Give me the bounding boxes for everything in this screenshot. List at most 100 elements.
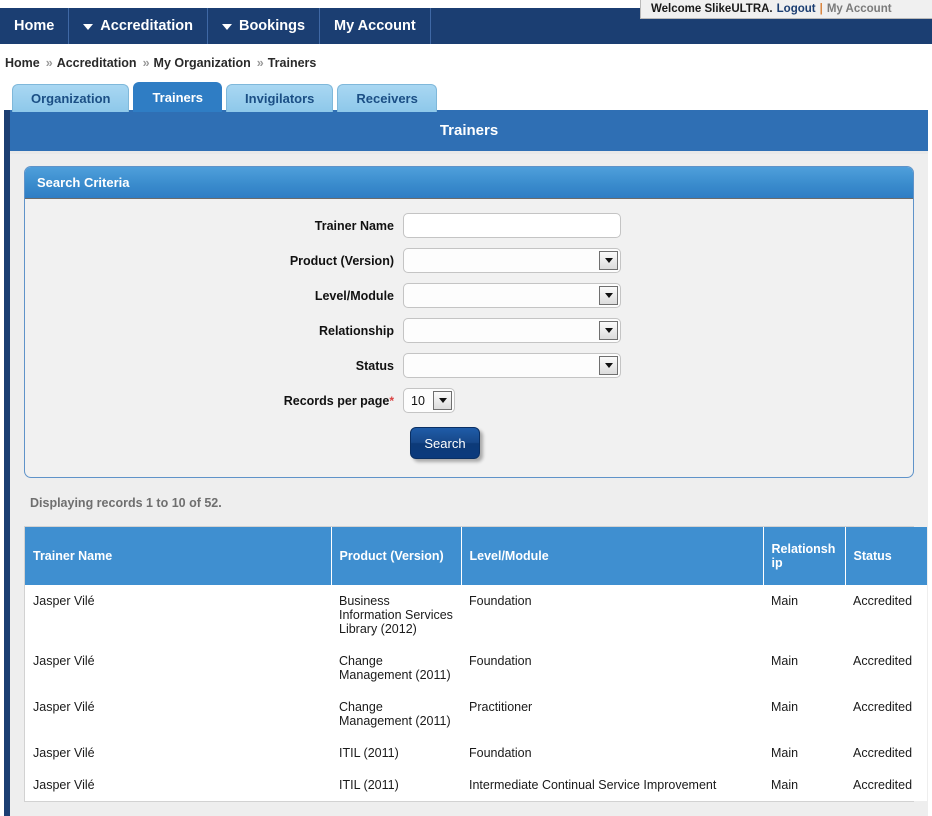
cell-trainer-name: Jasper Vilé	[25, 691, 331, 737]
table-row[interactable]: Jasper Vilé ITIL (2011) Intermediate Con…	[25, 769, 927, 801]
cell-level-module: Foundation	[461, 645, 763, 691]
breadcrumb-item-home[interactable]: Home	[5, 56, 40, 70]
cell-level-module: Foundation	[461, 737, 763, 769]
level-module-label: Level/Module	[314, 288, 394, 303]
field-row-relationship: Relationship	[25, 318, 913, 343]
tab-receivers[interactable]: Receivers	[337, 84, 437, 112]
relationship-label: Relationship	[318, 323, 394, 338]
table-row[interactable]: Jasper Vilé Change Management (2011) Fou…	[25, 645, 927, 691]
tab-strip: Organization Trainers Invigilators Recei…	[12, 82, 437, 112]
level-module-select[interactable]	[403, 283, 621, 308]
tab-organization[interactable]: Organization	[12, 84, 130, 112]
cell-relationship: Main	[763, 769, 845, 801]
cell-status: Accredited	[845, 691, 927, 737]
cell-product: Change Management (2011)	[331, 691, 461, 737]
search-criteria-header: Search Criteria	[25, 167, 913, 199]
cell-status: Accredited	[845, 737, 927, 769]
results-table-head: Trainer Name Product (Version) Level/Mod…	[25, 527, 927, 585]
chevron-down-icon	[83, 24, 94, 30]
results-table-container: Trainer Name Product (Version) Level/Mod…	[24, 526, 927, 802]
nav-item-home[interactable]: Home	[0, 8, 70, 44]
results-table: Trainer Name Product (Version) Level/Mod…	[25, 527, 927, 801]
table-row[interactable]: Jasper Vilé Business Information Service…	[25, 585, 927, 645]
tab-label: Receivers	[356, 91, 418, 106]
cell-trainer-name: Jasper Vilé	[25, 769, 331, 801]
tab-trainers[interactable]: Trainers	[133, 82, 223, 112]
table-header-row: Trainer Name Product (Version) Level/Mod…	[25, 527, 927, 585]
cell-relationship: Main	[763, 691, 845, 737]
nav-item-label: Bookings	[238, 18, 306, 34]
breadcrumb-item-accreditation[interactable]: Accreditation	[57, 56, 137, 70]
cell-product: Change Management (2011)	[331, 645, 461, 691]
nav-item-bookings[interactable]: Bookings	[208, 8, 321, 44]
breadcrumb-separator-icon: »	[142, 56, 150, 70]
search-criteria-body: Trainer Name Product (Version) Level/Mod…	[25, 199, 913, 477]
column-header-level-module[interactable]: Level/Module	[461, 527, 764, 585]
chevron-down-icon[interactable]	[599, 356, 618, 375]
records-per-page-value: 10	[411, 393, 425, 408]
field-row-trainer-name: Trainer Name	[25, 213, 913, 238]
cell-product: ITIL (2011)	[331, 769, 461, 801]
cell-trainer-name: Jasper Vilé	[25, 737, 331, 769]
field-row-records-per-page: Records per page* 10	[25, 388, 913, 413]
chevron-down-icon[interactable]	[599, 251, 618, 270]
chevron-down-icon	[221, 24, 232, 30]
results-table-body: Jasper Vilé Business Information Service…	[25, 585, 927, 801]
tab-label: Organization	[31, 91, 111, 106]
search-button[interactable]: Search	[410, 427, 480, 459]
welcome-bar: Welcome SlikeULTRA. Logout | My Account	[640, 0, 932, 19]
column-header-trainer-name[interactable]: Trainer Name	[25, 527, 332, 585]
chevron-down-icon[interactable]	[599, 321, 618, 340]
cell-relationship: Main	[763, 585, 845, 645]
trainer-name-label: Trainer Name	[314, 218, 394, 233]
cell-level-module: Foundation	[461, 585, 763, 645]
nav-item-label: Accreditation	[100, 18, 193, 34]
nav-item-accreditation[interactable]: Accreditation	[69, 8, 208, 44]
cell-status: Accredited	[845, 769, 927, 801]
breadcrumb-separator-icon: »	[45, 56, 53, 70]
tab-invigilators[interactable]: Invigilators	[226, 84, 334, 112]
table-row[interactable]: Jasper Vilé ITIL (2011) Foundation Main …	[25, 737, 927, 769]
records-per-page-label: Records per page*	[25, 394, 403, 408]
relationship-select[interactable]	[403, 318, 621, 343]
product-label: Product (Version)	[289, 253, 394, 268]
column-header-product[interactable]: Product (Version)	[331, 527, 462, 585]
required-marker: *	[389, 393, 394, 408]
welcome-greeting: Welcome SlikeULTRA.	[651, 3, 773, 15]
content-panel: Trainers Search Criteria Trainer Name Pr…	[4, 110, 928, 816]
nav-item-label: My Account	[334, 18, 416, 34]
cell-level-module: Practitioner	[461, 691, 763, 737]
cell-trainer-name: Jasper Vilé	[25, 645, 331, 691]
displaying-records-text: Displaying records 1 to 10 of 52.	[30, 496, 222, 510]
field-row-product: Product (Version)	[25, 248, 913, 273]
my-account-link[interactable]: My Account	[827, 3, 892, 15]
logout-link[interactable]: Logout	[777, 3, 816, 15]
tab-label: Trainers	[152, 90, 204, 105]
product-select[interactable]	[403, 248, 621, 273]
column-header-relationship[interactable]: Relationship	[763, 527, 846, 585]
search-criteria-panel: Search Criteria Trainer Name Product (Ve…	[24, 166, 914, 478]
column-header-status[interactable]: Status	[845, 527, 927, 585]
search-button-row: Search	[25, 427, 913, 459]
chevron-down-icon[interactable]	[433, 391, 452, 410]
field-row-level-module: Level/Module	[25, 283, 913, 308]
cell-relationship: Main	[763, 737, 845, 769]
cell-trainer-name: Jasper Vilé	[25, 585, 331, 645]
trainer-name-input[interactable]	[403, 213, 621, 238]
cell-relationship: Main	[763, 645, 845, 691]
breadcrumb-item-my-organization[interactable]: My Organization	[154, 56, 251, 70]
records-per-page-select[interactable]: 10	[403, 388, 455, 413]
status-label: Status	[355, 358, 394, 373]
cell-product: ITIL (2011)	[331, 737, 461, 769]
nav-item-label: Home	[14, 18, 55, 34]
cell-status: Accredited	[845, 585, 927, 645]
nav-item-my-account[interactable]: My Account	[320, 8, 431, 44]
cell-level-module: Intermediate Continual Service Improveme…	[461, 769, 763, 801]
chevron-down-icon[interactable]	[599, 286, 618, 305]
status-select[interactable]	[403, 353, 621, 378]
field-row-status: Status	[25, 353, 913, 378]
breadcrumb: Home » Accreditation » My Organization »…	[5, 56, 316, 70]
cell-product: Business Information Services Library (2…	[331, 585, 461, 645]
cell-status: Accredited	[845, 645, 927, 691]
table-row[interactable]: Jasper Vilé Change Management (2011) Pra…	[25, 691, 927, 737]
